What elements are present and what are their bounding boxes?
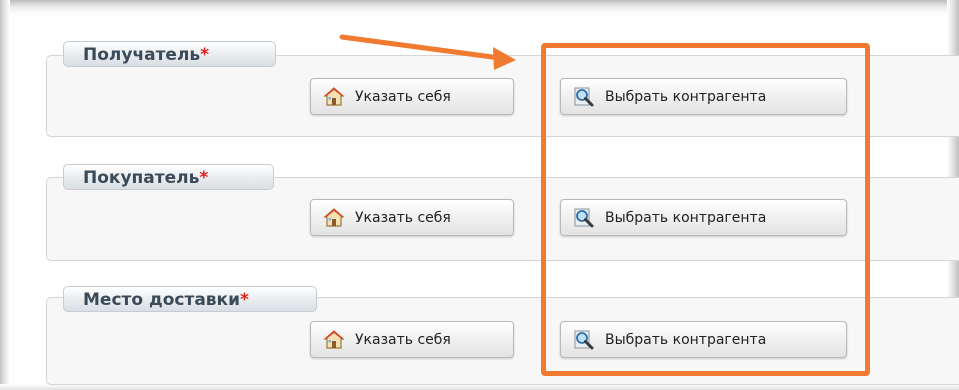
delivery-place-legend: Место доставки* [63,286,317,312]
buyer-title: Покупатель [83,168,200,188]
recipient-specify-self-button[interactable]: Указать себя [310,78,514,115]
buyer-legend: Покупатель* [63,164,274,190]
recipient-title: Получатель [83,45,201,65]
delivery-specify-self-button[interactable]: Указать себя [310,321,514,358]
form-page: Получатель* Указать себя Выбрать контраг… [0,0,959,390]
buyer-specify-self-button[interactable]: Указать себя [310,199,514,236]
house-icon [323,329,345,349]
house-icon [323,86,345,106]
window-shadow-top [0,0,959,14]
required-marker: * [199,168,209,188]
window-shadow-left [0,0,10,390]
arrow-annotation [339,34,516,70]
specify-self-label: Указать себя [355,209,451,226]
required-marker: * [240,290,249,310]
delivery-place-title: Место доставки [83,290,240,310]
specify-self-label: Указать себя [355,331,451,348]
recipient-legend: Получатель* [63,41,276,67]
house-icon [323,207,345,227]
highlight-box [541,43,870,376]
specify-self-label: Указать себя [355,88,451,105]
required-marker: * [200,45,210,65]
